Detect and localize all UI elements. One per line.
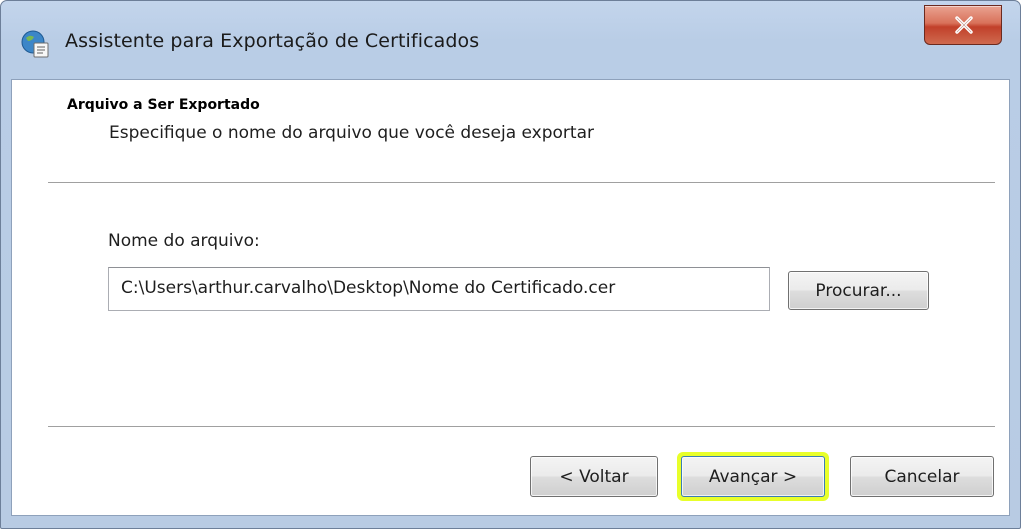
wizard-content-panel: Arquivo a Ser Exportado Especifique o no… — [11, 79, 1010, 516]
file-name-input[interactable] — [108, 267, 770, 311]
close-button[interactable] — [924, 5, 1002, 45]
certificate-wizard-icon — [19, 28, 51, 60]
page-heading: Arquivo a Ser Exportado — [67, 97, 260, 113]
cancel-button[interactable]: Cancelar — [850, 456, 994, 497]
dialog-window: Assistente para Exportação de Certificad… — [0, 0, 1021, 529]
next-button[interactable]: Avançar > — [681, 456, 825, 497]
window-title: Assistente para Exportação de Certificad… — [65, 30, 480, 52]
close-icon — [955, 16, 973, 34]
page-description: Especifique o nome do arquivo que você d… — [109, 123, 594, 143]
footer-divider — [48, 426, 995, 428]
browse-button[interactable]: Procurar... — [788, 271, 929, 310]
file-name-label: Nome do arquivo: — [108, 231, 260, 251]
title-bar[interactable]: Assistente para Exportação de Certificad… — [1, 1, 1020, 79]
back-button[interactable]: < Voltar — [530, 456, 658, 497]
header-divider — [48, 182, 995, 184]
